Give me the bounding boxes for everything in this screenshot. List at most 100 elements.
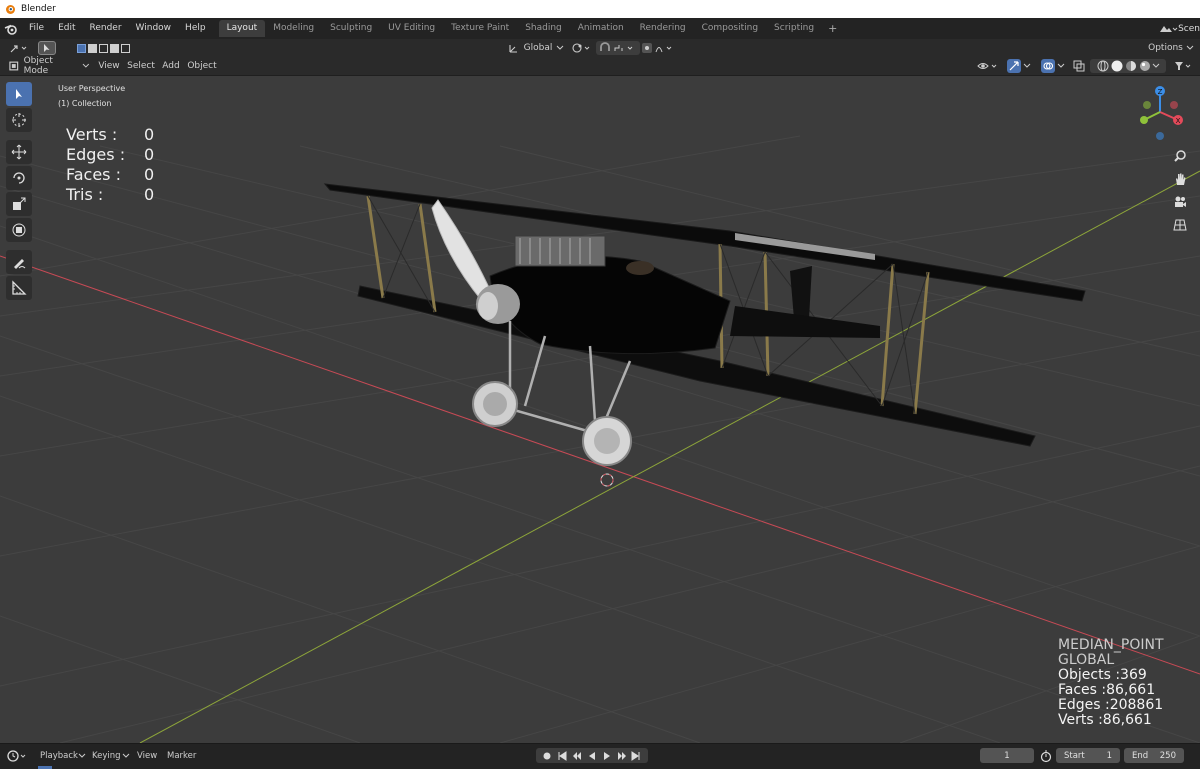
end-frame-label: End — [1132, 750, 1149, 761]
select-tool-button[interactable] — [38, 41, 56, 55]
measure-tool[interactable] — [6, 276, 32, 300]
top-bar: File Edit Render Window Help Layout Mode… — [0, 18, 1200, 39]
timeline-menu-marker[interactable]: Marker — [167, 749, 196, 763]
camera-view-button[interactable] — [1170, 192, 1190, 212]
snapping-group[interactable] — [596, 41, 640, 55]
zoom-view-button[interactable] — [1170, 146, 1190, 166]
play-icon[interactable] — [602, 751, 612, 761]
material-shading-icon[interactable] — [1124, 60, 1138, 72]
proportional-edit-icon — [642, 43, 672, 53]
select-intersect-icon[interactable] — [120, 43, 130, 53]
chevron-down-icon — [1023, 63, 1031, 68]
tab-compositing[interactable]: Compositing — [694, 20, 766, 37]
select-new-icon[interactable] — [76, 43, 86, 53]
perspective-toggle-button[interactable] — [1170, 215, 1190, 235]
menu-window[interactable]: Window — [129, 18, 179, 39]
viewport-menu-add[interactable]: Add — [160, 59, 182, 73]
solid-shading-icon[interactable] — [1110, 60, 1124, 72]
jump-keyframe-forward-icon[interactable] — [617, 751, 627, 761]
clock-icon — [7, 750, 26, 762]
scale-tool[interactable] — [6, 192, 32, 216]
menu-render[interactable]: Render — [83, 18, 129, 39]
visibility-dropdown[interactable] — [976, 59, 1002, 73]
chevron-down-icon — [557, 45, 564, 50]
current-frame-field[interactable]: 1 — [980, 748, 1034, 763]
jump-start-icon[interactable] — [557, 750, 567, 761]
active-collection-label: (1) Collection — [58, 99, 112, 108]
jump-keyframe-back-icon[interactable] — [572, 751, 582, 761]
eye-icon — [977, 63, 997, 69]
navigation-gizmo[interactable]: Z X — [1130, 82, 1190, 144]
tab-sculpting[interactable]: Sculpting — [322, 20, 380, 37]
proportional-editing-group[interactable] — [640, 41, 680, 55]
orientation-label: Global — [523, 43, 553, 53]
menu-file[interactable]: File — [22, 18, 51, 39]
tab-scripting[interactable]: Scripting — [766, 20, 822, 37]
tab-layout[interactable]: Layout — [218, 20, 266, 37]
start-frame-label: Start — [1064, 750, 1085, 761]
end-frame-field[interactable]: End 250 — [1124, 748, 1184, 763]
tab-uv-editing[interactable]: UV Editing — [380, 20, 443, 37]
mesh-statistics: Verts : 0 Edges : 0 Faces : 0 Tris : 0 — [66, 125, 154, 205]
options-dropdown[interactable]: Options — [1146, 41, 1196, 55]
object-mode-dropdown[interactable]: Object Mode — [8, 56, 90, 76]
stat-label: Tris : — [66, 185, 104, 204]
editor-type-button[interactable] — [8, 41, 30, 55]
stat-label: Faces : — [66, 165, 121, 184]
rotate-tool[interactable] — [6, 166, 32, 190]
pivot-point-dropdown[interactable] — [570, 41, 594, 55]
move-tool[interactable] — [6, 140, 32, 164]
select-extend-icon[interactable] — [87, 43, 97, 53]
orientation-readout: GLOBAL — [1058, 652, 1115, 668]
timeline-menu-view[interactable]: View — [137, 749, 157, 763]
tab-modeling[interactable]: Modeling — [265, 20, 322, 37]
transform-orientation-dropdown[interactable]: Global — [506, 41, 566, 55]
tab-shading[interactable]: Shading — [517, 20, 570, 37]
menu-help[interactable]: Help — [178, 18, 213, 39]
play-reverse-icon[interactable] — [587, 751, 597, 761]
rendered-shading-icon[interactable] — [1138, 60, 1152, 72]
jump-end-icon[interactable] — [631, 750, 641, 761]
pan-view-button[interactable] — [1170, 169, 1190, 189]
transform-icon — [12, 223, 26, 237]
transform-tool[interactable] — [6, 218, 32, 242]
timeline-menu-keying[interactable]: Keying — [92, 749, 121, 763]
viewport-menu-select[interactable]: Select — [126, 59, 156, 73]
tool-shelf — [6, 82, 35, 302]
filter-icon — [1175, 62, 1191, 70]
tab-texture-paint[interactable]: Texture Paint — [443, 20, 517, 37]
3d-viewport[interactable]: User Perspective (1) Collection Verts : 0… — [0, 76, 1200, 743]
gizmo-toggle[interactable] — [1004, 59, 1034, 73]
record-icon[interactable] — [542, 751, 552, 761]
sidebar-toggle-button[interactable] — [1172, 59, 1194, 73]
timeline-editor-type-button[interactable] — [6, 749, 32, 763]
timeline-menu-playback[interactable]: Playback — [40, 749, 78, 763]
viewport-scene — [0, 135, 1200, 743]
gizmo-z-label: Z — [1158, 88, 1163, 96]
annotate-tool[interactable] — [6, 250, 32, 274]
faces-count: Faces :86,661 — [1058, 682, 1156, 698]
use-preview-range-toggle[interactable] — [1040, 749, 1054, 763]
select-invert-icon[interactable] — [109, 43, 119, 53]
overlays-toggle[interactable] — [1038, 59, 1068, 73]
cursor-tool[interactable] — [6, 108, 32, 132]
select-box-tool[interactable] — [6, 82, 32, 106]
stat-label: Verts : — [66, 125, 118, 144]
window-titlebar: Blender — [0, 0, 1200, 18]
tab-rendering[interactable]: Rendering — [632, 20, 694, 37]
scene-icon — [1160, 25, 1178, 32]
wireframe-shading-icon[interactable] — [1096, 60, 1110, 72]
xray-toggle[interactable] — [1072, 59, 1086, 73]
scene-selector[interactable]: Scen — [1158, 18, 1200, 39]
viewport-menu-object[interactable]: Object — [186, 59, 218, 73]
tab-animation[interactable]: Animation — [570, 20, 632, 37]
viewport-menu-view[interactable]: View — [96, 59, 122, 73]
select-subtract-icon[interactable] — [98, 43, 108, 53]
end-frame-value: 250 — [1159, 750, 1176, 761]
stat-row-tris: Tris : 0 — [66, 185, 154, 205]
menu-edit[interactable]: Edit — [51, 18, 82, 39]
add-workspace-button[interactable]: + — [822, 22, 843, 35]
start-frame-field[interactable]: Start 1 — [1056, 748, 1120, 763]
view-perspective-label: User Perspective — [58, 84, 126, 93]
blender-menu-icon[interactable] — [0, 18, 22, 39]
